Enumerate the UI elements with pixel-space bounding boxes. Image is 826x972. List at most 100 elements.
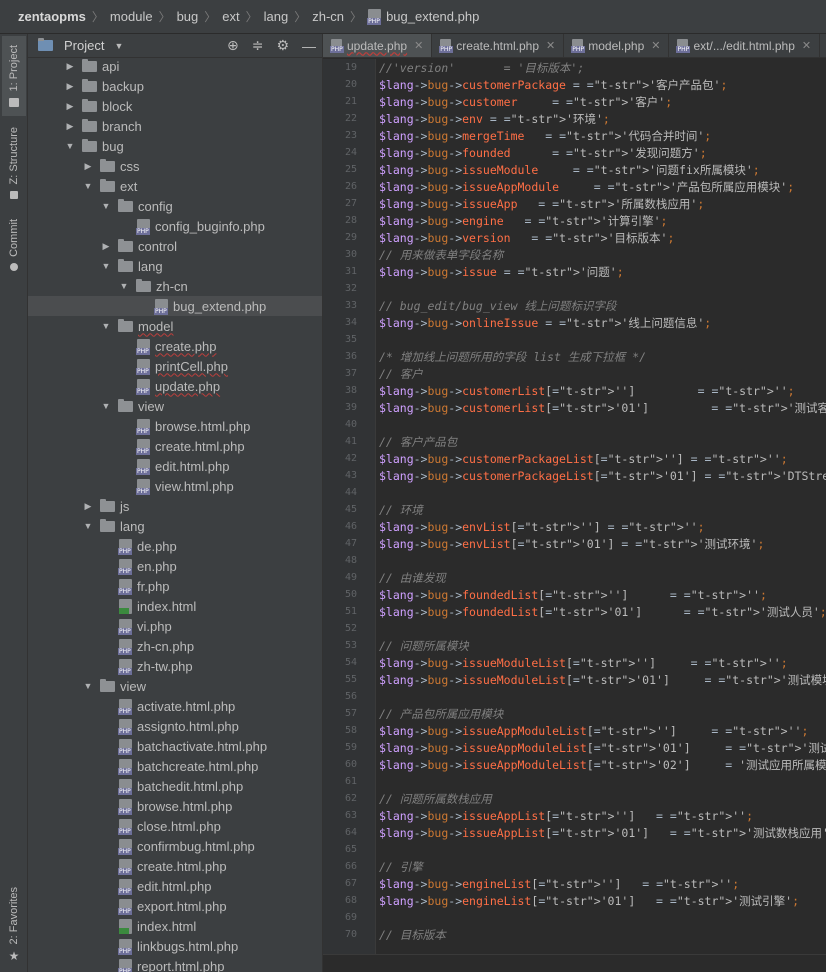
tree-row[interactable]: report.html.php [28,956,322,972]
tree-row[interactable]: index.html [28,596,322,616]
chevron-right-icon[interactable]: ▶ [100,241,112,252]
code-line[interactable]: 60 $lang->bug->issueAppModuleList[="t-str… [323,756,826,773]
tree-row[interactable]: ▼ zh-cn [28,276,322,296]
tree-row[interactable]: fr.php [28,576,322,596]
favorites-tool-tab[interactable]: 2: Favorites ★ [2,884,26,966]
horizontal-scrollbar[interactable] [323,954,826,972]
code-line[interactable]: 68 $lang->bug->engineList[="t-str">'01'] … [323,892,826,909]
tree-row[interactable]: close.html.php [28,816,322,836]
tree-row[interactable]: index.html [28,916,322,936]
code-line[interactable]: 47 $lang->bug->envList[="t-str">'01'] = =… [323,535,826,552]
breadcrumb-file[interactable]: bug_extend.php [367,9,479,25]
breadcrumb-bug[interactable]: bug [177,9,199,24]
chevron-right-icon[interactable]: ▶ [82,161,94,172]
code-line[interactable]: 21 $lang->bug->customer = ="t-str">'客户'; [323,93,826,110]
code-line[interactable]: 27 $lang->bug->issueApp = ="t-str">'所属数栈应… [323,195,826,212]
code-line[interactable]: 19 //'version' = '目标版本'; [323,59,826,76]
code-line[interactable]: 59 $lang->bug->issueAppModuleList[="t-str… [323,739,826,756]
chevron-down-icon[interactable]: ▼ [64,141,76,151]
code-line[interactable]: 28 $lang->bug->engine = ="t-str">'计算引擎'; [323,212,826,229]
tree-row[interactable]: ▼ view [28,676,322,696]
chevron-right-icon[interactable]: ▶ [64,121,76,132]
code-line[interactable]: 45 // 环境 [323,501,826,518]
tree-row[interactable]: vi.php [28,616,322,636]
breadcrumb-lang[interactable]: lang [264,9,289,24]
tree-row[interactable]: edit.html.php [28,876,322,896]
code-line[interactable]: 40 [323,416,826,433]
tree-row[interactable]: batchedit.html.php [28,776,322,796]
tree-row[interactable]: ▶ backup [28,76,322,96]
code-line[interactable]: 66 // 引擎 [323,858,826,875]
code-line[interactable]: 35 [323,331,826,348]
code-line[interactable]: 50 $lang->bug->foundedList[="t-str">''] =… [323,586,826,603]
chevron-down-icon[interactable]: ▼ [82,181,94,191]
tree-row[interactable]: batchactivate.html.php [28,736,322,756]
tree-row[interactable]: create.html.php [28,436,322,456]
close-icon[interactable]: ✕ [651,39,660,52]
editor-tab[interactable]: create.html.php ✕ [432,34,565,57]
code-line[interactable]: 57 // 产品包所属应用模块 [323,705,826,722]
tree-row[interactable]: ▶ block [28,96,322,116]
code-line[interactable]: 53 // 问题所属模块 [323,637,826,654]
code-line[interactable]: 44 [323,484,826,501]
tree-row[interactable]: de.php [28,536,322,556]
code-line[interactable]: 65 [323,841,826,858]
chevron-down-icon[interactable]: ▼ [100,201,112,211]
tree-row[interactable]: zh-tw.php [28,656,322,676]
code-line[interactable]: 25 $lang->bug->issueModule = ="t-str">'问题… [323,161,826,178]
code-line[interactable]: 24 $lang->bug->founded = ="t-str">'发现问题方'… [323,144,826,161]
chevron-right-icon[interactable]: ▶ [64,101,76,112]
tree-row[interactable]: create.html.php [28,856,322,876]
tree-row[interactable]: ▶ control [28,236,322,256]
tree-row[interactable]: view.html.php [28,476,322,496]
breadcrumb-module[interactable]: module [110,9,153,24]
chevron-down-icon[interactable]: ▼ [100,261,112,271]
breadcrumb-project[interactable]: zentaopms [18,9,86,24]
tree-row[interactable]: browse.html.php [28,416,322,436]
close-icon[interactable]: ✕ [802,39,811,52]
breadcrumb-zh-cn[interactable]: zh-cn [312,9,344,24]
code-line[interactable]: 67 $lang->bug->engineList[="t-str">''] = … [323,875,826,892]
code-line[interactable]: 56 [323,688,826,705]
code-line[interactable]: 32 [323,280,826,297]
tree-row[interactable]: ▶ css [28,156,322,176]
code-line[interactable]: 41 // 客户产品包 [323,433,826,450]
code-line[interactable]: 64 $lang->bug->issueAppList[="t-str">'01'… [323,824,826,841]
code-line[interactable]: 62 // 问题所属数栈应用 [323,790,826,807]
tree-row[interactable]: create.php [28,336,322,356]
code-line[interactable]: 51 $lang->bug->foundedList[="t-str">'01']… [323,603,826,620]
tree-row[interactable]: browse.html.php [28,796,322,816]
project-view-selector[interactable]: Project [64,38,104,53]
close-icon[interactable]: ✕ [546,39,555,52]
code-line[interactable]: 46 $lang->bug->envList[="t-str">''] = ="t… [323,518,826,535]
code-line[interactable]: 34 $lang->bug->onlineIssue = ="t-str">'线上… [323,314,826,331]
code-line[interactable]: 49 // 由谁发现 [323,569,826,586]
tree-row[interactable]: ▶ js [28,496,322,516]
tree-row[interactable]: ▼ bug [28,136,322,156]
breadcrumb-ext[interactable]: ext [222,9,239,24]
tree-row[interactable]: ▶ api [28,56,322,76]
code-line[interactable]: 58 $lang->bug->issueAppModuleList[="t-str… [323,722,826,739]
tree-row[interactable]: printCell.php [28,356,322,376]
tree-row[interactable]: edit.html.php [28,456,322,476]
code-line[interactable]: 26 $lang->bug->issueAppModule = ="t-str">… [323,178,826,195]
chevron-right-icon[interactable]: ▶ [64,61,76,72]
close-icon[interactable]: ✕ [414,39,423,52]
code-line[interactable]: 54 $lang->bug->issueModuleList[="t-str">'… [323,654,826,671]
chevron-right-icon[interactable]: ▶ [82,501,94,512]
code-line[interactable]: 37 // 客户 [323,365,826,382]
tree-row[interactable]: ▼ lang [28,256,322,276]
chevron-down-icon[interactable]: ▼ [114,41,123,51]
editor-tab[interactable]: ext/.../edit.html.php ✕ [669,34,821,57]
tree-row[interactable]: confirmbug.html.php [28,836,322,856]
code-line[interactable]: 52 [323,620,826,637]
code-line[interactable]: 31 $lang->bug->issue = ="t-str">'问题'; [323,263,826,280]
minimize-icon[interactable]: — [302,38,316,54]
tree-row[interactable]: ▼ config [28,196,322,216]
collapse-all-icon[interactable]: ≑ [252,37,264,54]
tree-row[interactable]: update.php [28,376,322,396]
code-line[interactable]: 23 $lang->bug->mergeTime = ="t-str">'代码合并… [323,127,826,144]
tree-row[interactable]: batchcreate.html.php [28,756,322,776]
code-line[interactable]: 36 /* 增加线上问题所用的字段 list 生成下拉框 */ [323,348,826,365]
tree-row[interactable]: en.php [28,556,322,576]
